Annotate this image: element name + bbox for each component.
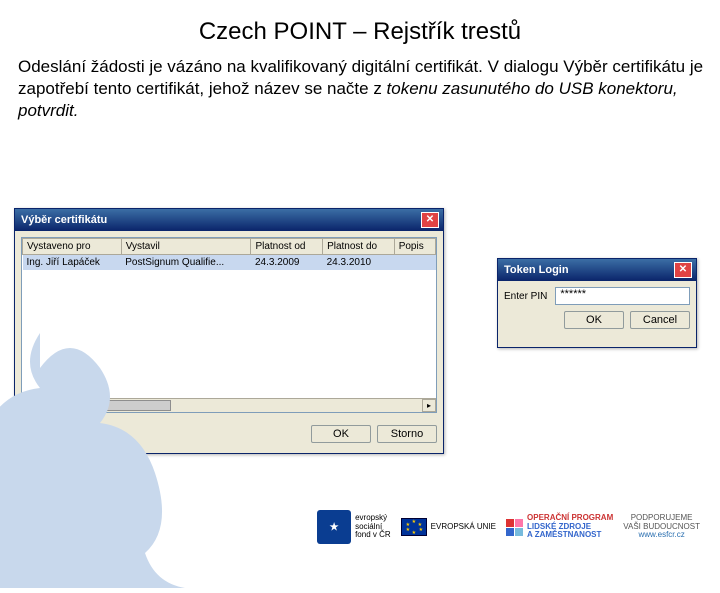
eu-flag-icon: ★ ★ ★ ★ ★ ★ xyxy=(401,518,427,536)
table-row[interactable]: Ing. Jiří Lapáček PostSignum Qualifie...… xyxy=(23,255,436,271)
pin-label: Enter PIN xyxy=(504,291,547,302)
token-ok-button[interactable]: OK xyxy=(564,311,624,329)
scroll-track[interactable] xyxy=(36,399,422,412)
pin-field[interactable]: ****** xyxy=(555,287,690,305)
token-cancel-button[interactable]: Cancel xyxy=(630,311,690,329)
col-issuer[interactable]: Vystavil xyxy=(121,239,251,255)
esf-logo: ★ evropský sociální fond v ČR xyxy=(317,510,391,544)
table-header-row: Vystaveno pro Vystavil Platnost od Platn… xyxy=(23,239,436,255)
footer-logos: ★ evropský sociální fond v ČR ★ ★ ★ ★ ★ … xyxy=(317,510,700,544)
esfcr-block: PODPORUJEME VAŠI BUDOUCNOST www.esfcr.cz xyxy=(623,510,700,544)
col-descr[interactable]: Popis xyxy=(394,239,435,255)
scroll-thumb[interactable] xyxy=(71,400,171,411)
token-dialog-title: Token Login xyxy=(504,264,569,276)
certificate-dialog: Výběr certifikátu ✕ Vystaveno pro Vystav… xyxy=(14,208,444,454)
token-dialog-titlebar[interactable]: Token Login ✕ xyxy=(498,259,696,281)
close-icon[interactable]: ✕ xyxy=(421,212,439,228)
certificate-list[interactable]: Vystaveno pro Vystavil Platnost od Platn… xyxy=(21,237,437,413)
cell-issuer: PostSignum Qualifie... xyxy=(121,255,251,271)
oplzz-icon xyxy=(506,519,523,536)
esf-text: evropský sociální fond v ČR xyxy=(355,514,391,540)
col-valid-from[interactable]: Platnost od xyxy=(251,239,323,255)
horizontal-scrollbar[interactable]: ◂ ▸ xyxy=(22,398,436,412)
col-valid-to[interactable]: Platnost do xyxy=(323,239,395,255)
ok-button[interactable]: OK xyxy=(311,425,371,443)
cell-descr xyxy=(394,255,435,271)
eu-text: EVROPSKÁ UNIE xyxy=(431,523,496,532)
oplzz-line3: A ZAMĚSTNANOST xyxy=(527,531,613,540)
col-issued-to[interactable]: Vystaveno pro xyxy=(23,239,122,255)
esfcr-url: www.esfcr.cz xyxy=(623,531,700,540)
token-login-dialog: Token Login ✕ Enter PIN ****** OK Cancel xyxy=(497,258,697,348)
scroll-right-icon[interactable]: ▸ xyxy=(422,399,436,412)
certificate-dialog-title: Výběr certifikátu xyxy=(21,214,107,226)
body-paragraph: Odeslání žádosti je vázáno na kvalifikov… xyxy=(18,56,704,122)
cell-issued-to: Ing. Jiří Lapáček xyxy=(23,255,122,271)
oplzz-logo: OPERAČNÍ PROGRAM LIDSKÉ ZDROJE A ZAMĚSTN… xyxy=(506,510,613,544)
eu-logo: ★ ★ ★ ★ ★ ★ EVROPSKÁ UNIE xyxy=(401,510,496,544)
cancel-button[interactable]: Storno xyxy=(377,425,437,443)
details-button[interactable]: Podrobnosti xyxy=(21,425,98,443)
close-icon[interactable]: ✕ xyxy=(674,262,692,278)
scroll-left-icon[interactable]: ◂ xyxy=(22,399,36,412)
page-title: Czech POINT – Rejstřík trestů xyxy=(0,18,720,46)
cell-valid-to: 24.3.2010 xyxy=(323,255,395,271)
cell-valid-from: 24.3.2009 xyxy=(251,255,323,271)
certificate-dialog-titlebar[interactable]: Výběr certifikátu ✕ xyxy=(15,209,443,231)
